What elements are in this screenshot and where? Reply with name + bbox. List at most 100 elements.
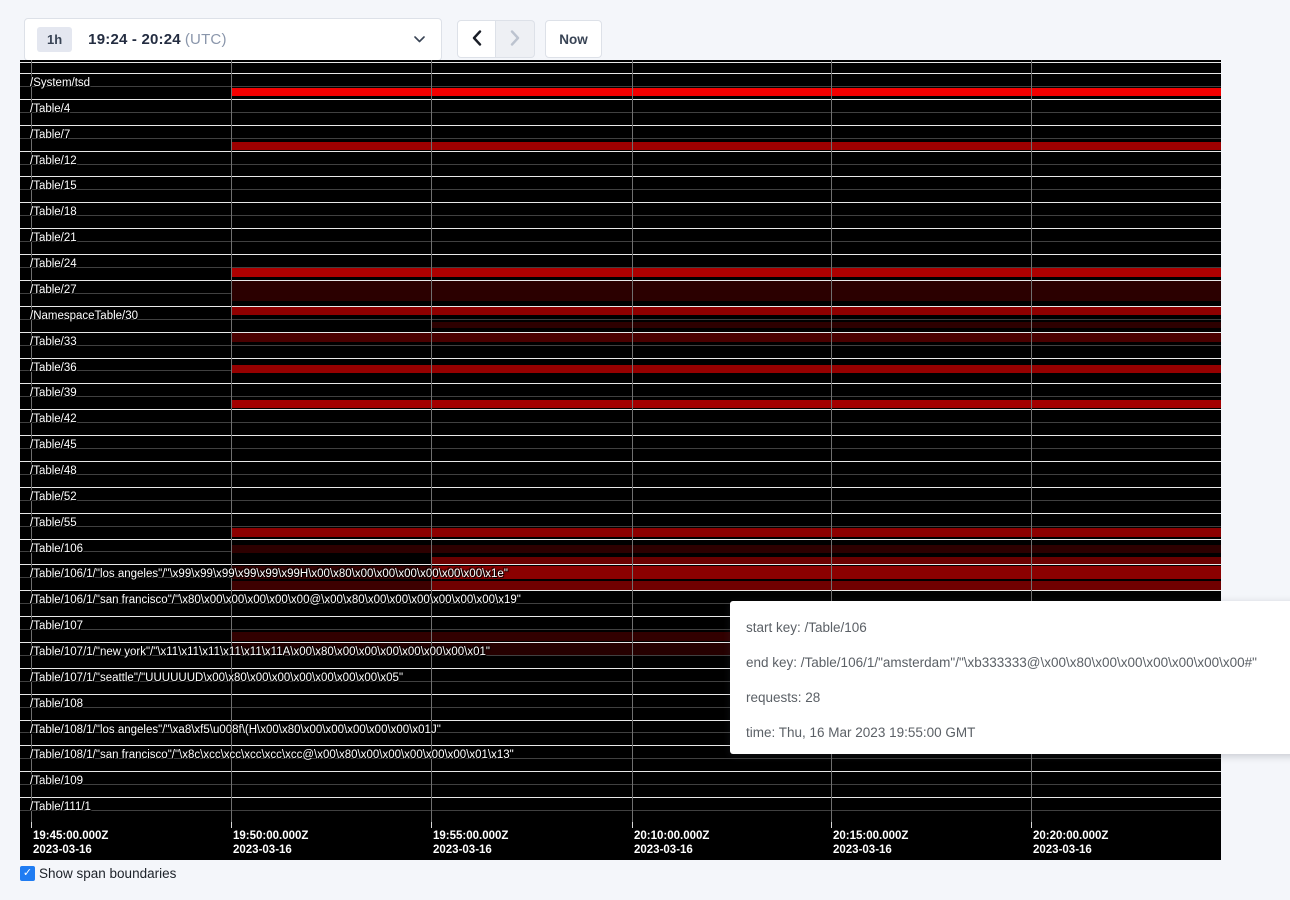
heatmap-row-line bbox=[20, 474, 1221, 475]
heatmap-row-line bbox=[20, 62, 1221, 63]
x-axis-label: 19:55:00.000Z2023-03-16 bbox=[433, 829, 508, 857]
heatmap-row-line bbox=[20, 461, 1221, 462]
row-label: /Table/48 bbox=[30, 465, 77, 478]
heatmap-row-line bbox=[20, 526, 1221, 527]
key-visualizer-page: 1h 19:24 - 20:24(UTC) Now /System/tsd/Ta… bbox=[0, 0, 1290, 900]
row-label: /System/tsd bbox=[30, 77, 90, 90]
chevron-right-icon bbox=[510, 30, 520, 49]
heatmap-row-line bbox=[20, 228, 1221, 229]
time-range-selector[interactable]: 1h 19:24 - 20:24(UTC) bbox=[24, 18, 442, 61]
tooltip-requests: requests: 28 bbox=[746, 690, 1284, 705]
x-axis-tick bbox=[831, 822, 832, 828]
show-span-boundaries-control[interactable]: ✓ Show span boundaries bbox=[20, 866, 176, 881]
row-label: /Table/52 bbox=[30, 491, 77, 504]
heatmap-row-line bbox=[20, 254, 1221, 255]
row-label: /Table/108/1/"los angeles"/"\xa8\xf5\u00… bbox=[30, 724, 441, 737]
heatmap-band bbox=[231, 400, 1221, 408]
x-axis-tick bbox=[1031, 822, 1032, 828]
row-label: /NamespaceTable/30 bbox=[30, 310, 138, 323]
row-label: /Table/106 bbox=[30, 543, 83, 556]
next-range-button[interactable] bbox=[496, 20, 535, 58]
x-axis-tick bbox=[632, 822, 633, 828]
row-label: /Table/21 bbox=[30, 232, 77, 245]
heatmap-row-line bbox=[20, 125, 1221, 126]
heatmap-row-line bbox=[20, 396, 1221, 397]
time-range-zone: (UTC) bbox=[185, 31, 227, 48]
row-label: /Table/109 bbox=[30, 775, 83, 788]
heatmap-row-line bbox=[20, 73, 1221, 74]
row-label: /Table/108/1/"san francisco"/"\x8c\xcc\x… bbox=[30, 749, 514, 762]
heatmap-row-line bbox=[20, 319, 1221, 320]
heatmap-row-line bbox=[20, 784, 1221, 785]
x-axis-label: 20:20:00.000Z2023-03-16 bbox=[1033, 829, 1108, 857]
heatmap-band bbox=[231, 142, 1221, 150]
heatmap-band bbox=[231, 88, 1221, 96]
heatmap-band bbox=[431, 322, 1221, 328]
row-label: /Table/107 bbox=[30, 620, 83, 633]
x-axis-label: 20:15:00.000Z2023-03-16 bbox=[833, 829, 908, 857]
x-axis: 19:45:00.000Z2023-03-16 19:50:00.000Z2023… bbox=[20, 822, 1221, 860]
chevron-left-icon bbox=[472, 30, 482, 49]
tooltip-time: time: Thu, 16 Mar 2023 19:55:00 GMT bbox=[746, 725, 1284, 740]
heatmap-band bbox=[431, 581, 1221, 590]
heatmap-row-line bbox=[20, 345, 1221, 346]
chevron-down-icon bbox=[414, 36, 425, 43]
show-span-boundaries-label: Show span boundaries bbox=[39, 866, 176, 881]
heatmap-row-line bbox=[20, 500, 1221, 501]
row-label: /Table/18 bbox=[30, 206, 77, 219]
row-label: /Table/111/1 bbox=[30, 801, 91, 814]
row-label: /Table/107/1/"new york"/"\x11\x11\x11\x1… bbox=[30, 646, 490, 659]
x-axis-label: 19:45:00.000Z2023-03-16 bbox=[33, 829, 108, 857]
heatmap-row-line bbox=[20, 448, 1221, 449]
row-label: /Table/106/1/"san francisco"/"\x80\x00\x… bbox=[30, 594, 521, 607]
heatmap-row-line bbox=[20, 487, 1221, 488]
heatmap-gridline bbox=[231, 60, 232, 822]
heatmap-row-line bbox=[20, 435, 1221, 436]
time-range-text: 19:24 - 20:24(UTC) bbox=[88, 31, 227, 48]
time-range-value: 19:24 - 20:24 bbox=[88, 31, 181, 48]
heatmap-row-line bbox=[20, 112, 1221, 113]
heatmap-band bbox=[231, 581, 431, 590]
heatmap-row-line bbox=[20, 513, 1221, 514]
row-label: /Table/45 bbox=[30, 439, 77, 452]
row-label: /Table/107/1/"seattle"/"UUUUUUD\x00\x80\… bbox=[30, 672, 403, 685]
now-button[interactable]: Now bbox=[545, 20, 602, 58]
x-axis-tick bbox=[431, 822, 432, 828]
prev-range-button[interactable] bbox=[457, 20, 496, 58]
heatmap-band bbox=[231, 268, 1221, 277]
heatmap-row-line bbox=[20, 771, 1221, 772]
key-visualizer-chart[interactable]: /System/tsd/Table/4/Table/7/Table/12/Tab… bbox=[20, 60, 1221, 860]
time-range-preset-badge: 1h bbox=[37, 27, 72, 52]
row-label: /Table/12 bbox=[30, 155, 77, 168]
heatmap-gridline bbox=[431, 60, 432, 822]
heatmap-row-line bbox=[20, 176, 1221, 177]
show-span-boundaries-checkbox[interactable]: ✓ bbox=[20, 866, 35, 881]
row-label: /Table/42 bbox=[30, 413, 77, 426]
heatmap-row-line bbox=[20, 422, 1221, 423]
row-label: /Table/33 bbox=[30, 336, 77, 349]
row-label: /Table/4 bbox=[30, 103, 70, 116]
heatmap-band bbox=[231, 528, 1221, 537]
heatmap-band bbox=[431, 557, 1221, 564]
row-label: /Table/7 bbox=[30, 129, 70, 142]
heatmap-row-line bbox=[20, 215, 1221, 216]
span-tooltip: start key: /Table/106 end key: /Table/10… bbox=[730, 601, 1290, 754]
x-axis-label: 19:50:00.000Z2023-03-16 bbox=[233, 829, 308, 857]
heatmap-band bbox=[231, 307, 1221, 315]
heatmap-row-line bbox=[20, 409, 1221, 410]
row-label: /Table/108 bbox=[30, 698, 83, 711]
x-axis-tick bbox=[231, 822, 232, 828]
heatmap-row-line bbox=[20, 99, 1221, 100]
heatmap-row-line bbox=[20, 241, 1221, 242]
row-label: /Table/36 bbox=[30, 362, 77, 375]
row-label: /Table/55 bbox=[30, 517, 77, 530]
heatmap-band bbox=[231, 545, 1221, 553]
heatmap-row-line bbox=[20, 189, 1221, 190]
x-axis-label: 20:10:00.000Z2023-03-16 bbox=[634, 829, 709, 857]
heatmap-gridline bbox=[632, 60, 633, 822]
heatmap-row-line bbox=[20, 202, 1221, 203]
heatmap-band bbox=[231, 281, 1221, 301]
heatmap-row-line bbox=[20, 164, 1221, 165]
heatmap-row-line bbox=[20, 358, 1221, 359]
tooltip-start-key: start key: /Table/106 bbox=[746, 620, 1284, 635]
